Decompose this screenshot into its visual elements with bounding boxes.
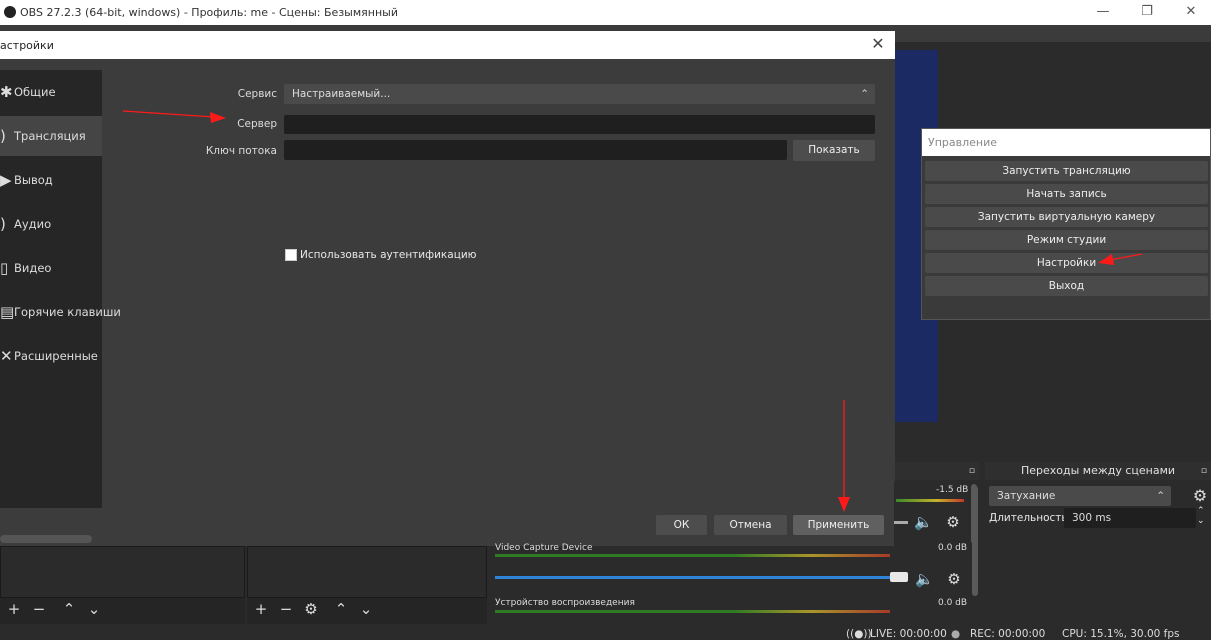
annotation-arrows [122, 110, 1143, 512]
arrow-to-server-field [122, 110, 226, 123]
arrow-to-settings-button [1098, 253, 1143, 265]
arrow-to-apply-button [838, 400, 850, 512]
